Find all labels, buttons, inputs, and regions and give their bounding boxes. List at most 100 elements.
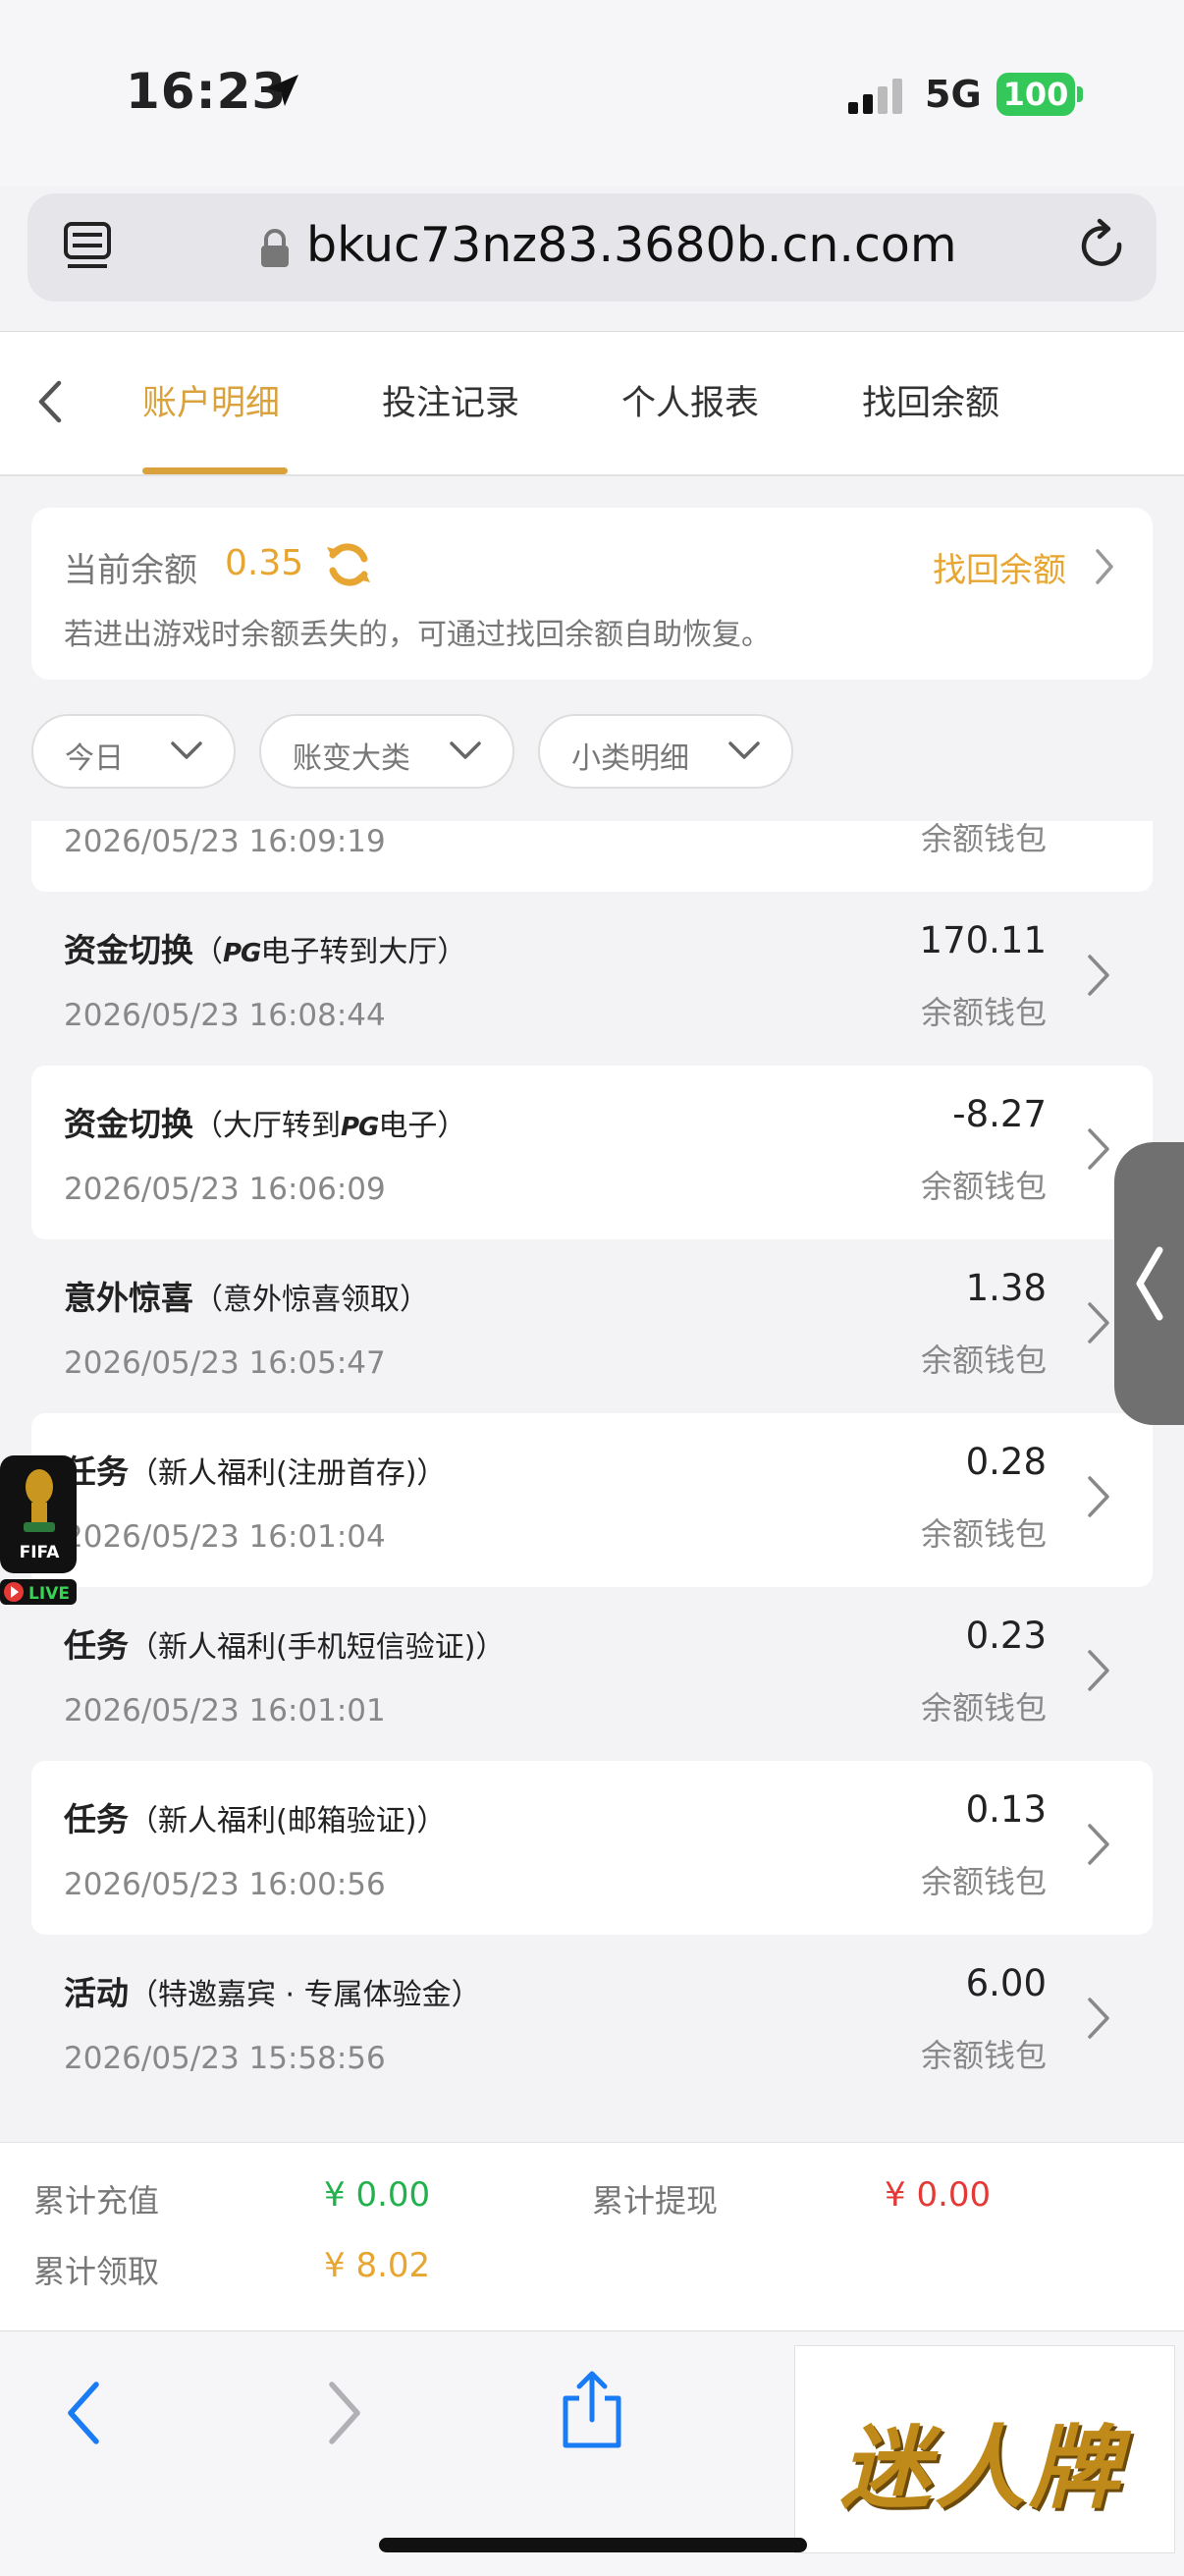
chevron-down-icon bbox=[728, 741, 760, 759]
deposit-total-label: 累计充值 bbox=[33, 2182, 160, 2220]
share-icon[interactable] bbox=[558, 2369, 626, 2455]
status-bar: 16:23 5G 100 bbox=[0, 0, 1184, 187]
record-wallet: 余额钱包 bbox=[920, 1689, 1047, 1726]
record-date: 2026/05/23 16:06:09 bbox=[64, 1172, 386, 1207]
record-type: 任务 bbox=[64, 1626, 129, 1665]
record-detail: （新人福利(注册首存)） bbox=[129, 1456, 447, 1491]
record-detail-prefix: （ bbox=[193, 935, 223, 969]
record-row[interactable]: 活动（特邀嘉宾 · 专属体验金） 2026/05/23 15:58:56 6.0… bbox=[31, 1935, 1153, 2109]
record-wallet: 余额钱包 bbox=[920, 1168, 1047, 1205]
chevron-right-icon[interactable] bbox=[1084, 1300, 1113, 1349]
record-amount: 170.11 bbox=[919, 919, 1047, 961]
chevron-right-icon[interactable] bbox=[1084, 1474, 1113, 1523]
fifa-live-floating-icon[interactable]: FIFA LIVE bbox=[0, 1455, 79, 1609]
chevron-right-icon[interactable] bbox=[1084, 1648, 1113, 1697]
tab-bet-records[interactable]: 投注记录 bbox=[382, 375, 519, 425]
tab-bar: 账户明细 投注记录 个人报表 找回余额 bbox=[0, 331, 1184, 476]
record-wallet: 余额钱包 bbox=[920, 821, 1047, 857]
battery-tip bbox=[1077, 86, 1083, 102]
back-icon[interactable] bbox=[33, 377, 67, 430]
withdraw-total-label: 累计提现 bbox=[592, 2182, 719, 2220]
record-row[interactable]: 意外惊喜（意外惊喜领取） 2026/05/23 16:05:47 1.38 余额… bbox=[31, 1239, 1153, 1413]
url-text[interactable]: bkuc73nz83.3680b.cn.com bbox=[306, 217, 957, 273]
browser-back-icon[interactable] bbox=[63, 2379, 106, 2451]
record-date: 2026/05/23 16:08:44 bbox=[64, 998, 386, 1033]
lock-icon bbox=[259, 229, 291, 272]
date-filter[interactable]: 今日 bbox=[31, 714, 236, 789]
record-row[interactable]: 任务（新人福利(手机短信验证)） 2026/05/23 16:01:01 0.2… bbox=[31, 1587, 1153, 1761]
record-amount: 6.00 bbox=[965, 1962, 1047, 2004]
chevron-down-icon bbox=[171, 741, 202, 759]
record-title: 意外惊喜（意外惊喜领取） bbox=[64, 1272, 429, 1319]
date-filter-label: 今日 bbox=[65, 741, 124, 776]
side-drawer-handle[interactable] bbox=[1114, 1142, 1184, 1425]
withdraw-total-value: ¥ 0.00 bbox=[885, 2175, 992, 2215]
record-date: 2026/05/23 15:58:56 bbox=[64, 2041, 386, 2076]
record-amount: 0.13 bbox=[965, 1788, 1047, 1831]
record-amount: 1.38 bbox=[965, 1267, 1047, 1309]
record-wallet: 余额钱包 bbox=[920, 994, 1047, 1031]
record-title: 活动（特邀嘉宾 · 专属体验金） bbox=[64, 1967, 481, 2014]
record-date: 2026/05/23 16:09:19 bbox=[64, 824, 386, 859]
svg-text:FIFA: FIFA bbox=[20, 1543, 61, 1562]
chevron-right-icon[interactable] bbox=[1084, 1996, 1113, 2045]
record-wallet: 余额钱包 bbox=[920, 2037, 1047, 2074]
record-detail: （新人福利(手机短信验证)） bbox=[129, 1630, 506, 1665]
record-row[interactable]: 资金切换（大厅转到PG电子） 2026/05/23 16:06:09 -8.27… bbox=[31, 1066, 1153, 1239]
record-title: 资金切换（大厅转到PG电子） bbox=[64, 1098, 466, 1145]
record-title: 资金切换（PG电子转到大厅） bbox=[64, 924, 466, 971]
category-filter[interactable]: 账变大类 bbox=[259, 714, 514, 789]
record-row[interactable]: 任务（新人福利(注册首存)） 2026/05/23 16:01:04 0.28 … bbox=[31, 1413, 1153, 1587]
record-title: 任务（新人福利(注册首存)） bbox=[64, 1446, 446, 1493]
record-wallet: 余额钱包 bbox=[920, 1863, 1047, 1900]
totals-panel: 累计充值 ¥ 0.00 累计提现 ¥ 0.00 累计领取 ¥ 8.02 bbox=[0, 2142, 1184, 2330]
tab-recover-balance[interactable]: 找回余额 bbox=[862, 375, 999, 425]
location-arrow-icon bbox=[263, 71, 302, 114]
cellular-signal-icon bbox=[848, 77, 907, 116]
category-filter-label: 账变大类 bbox=[293, 741, 410, 776]
tab-account-details[interactable]: 账户明细 bbox=[142, 375, 280, 425]
chevron-right-icon[interactable] bbox=[1084, 1126, 1113, 1176]
record-amount: -8.27 bbox=[952, 1093, 1047, 1135]
record-row[interactable]: 资金切换（PG电子转到大厅） 2026/05/23 16:08:44 170.1… bbox=[31, 892, 1153, 1066]
pg-logo-icon: PG bbox=[223, 939, 261, 968]
record-wallet: 余额钱包 bbox=[920, 1342, 1047, 1379]
record-title: 任务（新人福利(邮箱验证)） bbox=[64, 1793, 446, 1840]
record-detail: 电子） bbox=[378, 1109, 467, 1143]
reload-icon[interactable] bbox=[1076, 217, 1131, 280]
reader-mode-icon[interactable] bbox=[63, 221, 112, 278]
recover-balance-link[interactable]: 找回余额 bbox=[933, 543, 1066, 591]
brand-text: 迷人牌 bbox=[840, 2416, 1124, 2521]
network-type: 5G bbox=[925, 73, 982, 116]
subcategory-filter-label: 小类明细 bbox=[571, 741, 689, 776]
balance-card: 当前余额 0.35 找回余额 若进出游戏时余额丢失的，可通过找回余额自助恢复。 bbox=[31, 508, 1153, 680]
tab-personal-report[interactable]: 个人报表 bbox=[621, 375, 759, 425]
chevron-right-icon[interactable] bbox=[1084, 1822, 1113, 1871]
record-date: 2026/05/23 16:01:01 bbox=[64, 1693, 386, 1728]
record-row[interactable]: 2026/05/23 16:09:19 余额钱包 bbox=[31, 821, 1153, 892]
browser-forward-icon[interactable] bbox=[322, 2379, 365, 2451]
balance-note: 若进出游戏时余额丢失的，可通过找回余额自助恢复。 bbox=[64, 618, 771, 652]
record-wallet: 余额钱包 bbox=[920, 1515, 1047, 1553]
record-detail: 电子转到大厅） bbox=[260, 935, 467, 969]
record-type: 资金切换 bbox=[64, 931, 193, 969]
brand-logo: 迷人牌 bbox=[794, 2345, 1175, 2553]
chevron-right-icon[interactable] bbox=[1092, 547, 1117, 590]
record-type: 活动 bbox=[64, 1974, 129, 2012]
record-title: 任务（新人福利(手机短信验证)） bbox=[64, 1619, 505, 1667]
record-type: 意外惊喜 bbox=[64, 1279, 193, 1317]
subcategory-filter[interactable]: 小类明细 bbox=[538, 714, 793, 789]
record-type: 资金切换 bbox=[64, 1105, 193, 1143]
claimed-total-label: 累计领取 bbox=[33, 2253, 160, 2290]
record-list: 2026/05/23 16:09:19 余额钱包 资金切换（PG电子转到大厅） … bbox=[0, 821, 1184, 2142]
record-type: 任务 bbox=[64, 1800, 129, 1838]
balance-value: 0.35 bbox=[225, 543, 304, 583]
address-bar[interactable]: bkuc73nz83.3680b.cn.com bbox=[27, 193, 1157, 301]
record-row[interactable]: 任务（新人福利(邮箱验证)） 2026/05/23 16:00:56 0.13 … bbox=[31, 1761, 1153, 1935]
home-indicator[interactable] bbox=[379, 2538, 807, 2552]
chevron-down-icon bbox=[450, 741, 481, 759]
record-date: 2026/05/23 16:05:47 bbox=[64, 1345, 386, 1381]
refresh-balance-icon[interactable] bbox=[321, 537, 376, 596]
chevron-right-icon[interactable] bbox=[1084, 953, 1113, 1002]
record-detail: （意外惊喜领取） bbox=[193, 1283, 429, 1317]
